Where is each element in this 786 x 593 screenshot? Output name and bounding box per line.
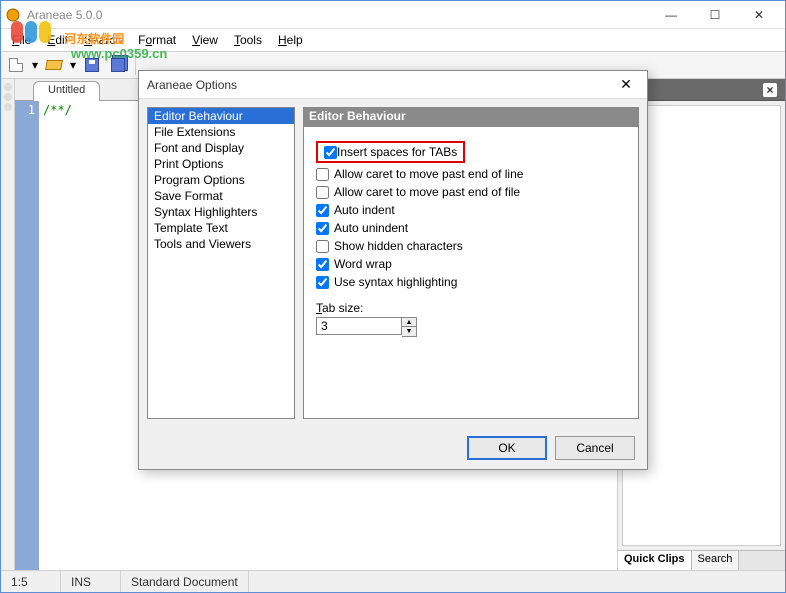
category-file-extensions[interactable]: File Extensions (148, 124, 294, 140)
category-template-text[interactable]: Template Text (148, 220, 294, 236)
folder-icon (45, 60, 63, 70)
dialog-body: Editor Behaviour File Extensions Font an… (139, 99, 647, 427)
category-editor-behaviour[interactable]: Editor Behaviour (148, 108, 294, 124)
maximize-button[interactable]: ☐ (693, 2, 737, 28)
toolbar-separator (135, 55, 136, 75)
options-dialog: Araneae Options ✕ Editor Behaviour File … (138, 70, 648, 470)
menu-view[interactable]: View (185, 31, 225, 49)
menu-bar: File Edit Search Format View Tools Help (1, 29, 785, 51)
file-icon (9, 58, 23, 72)
spin-down-button[interactable]: ▼ (402, 327, 416, 336)
menu-tools[interactable]: Tools (227, 31, 269, 49)
label-caret-eol: Allow caret to move past end of line (334, 167, 523, 181)
open-file-button[interactable] (43, 54, 65, 76)
category-save-format[interactable]: Save Format (148, 188, 294, 204)
minimize-button[interactable]: — (649, 2, 693, 28)
menu-file[interactable]: File (5, 31, 38, 49)
category-font-display[interactable]: Font and Display (148, 140, 294, 156)
checkbox-auto-indent[interactable] (316, 204, 329, 217)
highlighted-option: Insert spaces for TABs (316, 141, 465, 163)
save-all-button[interactable] (107, 54, 129, 76)
label-caret-eof: Allow caret to move past end of file (334, 185, 520, 199)
tab-size-label: Tab size: (316, 301, 626, 315)
label-syntax-highlighting: Use syntax highlighting (334, 275, 457, 289)
app-icon (5, 7, 21, 23)
save-button[interactable] (81, 54, 103, 76)
menu-search[interactable]: Search (77, 31, 129, 49)
label-insert-spaces: Insert spaces for TABs (337, 145, 457, 159)
menu-format[interactable]: Format (131, 31, 183, 49)
dialog-right-pane: Editor Behaviour Insert spaces for TABs … (303, 107, 639, 419)
category-program-options[interactable]: Program Options (148, 172, 294, 188)
label-word-wrap: Word wrap (334, 257, 392, 271)
label-auto-indent: Auto indent (334, 203, 395, 217)
cancel-button[interactable]: Cancel (555, 436, 635, 460)
window-title: Araneae 5.0.0 (27, 8, 649, 22)
spin-up-button[interactable]: ▲ (402, 318, 416, 327)
close-button[interactable]: ✕ (737, 2, 781, 28)
category-syntax-highlighters[interactable]: Syntax Highlighters (148, 204, 294, 220)
category-list[interactable]: Editor Behaviour File Extensions Font an… (147, 107, 295, 419)
panel-close-button[interactable]: × (763, 83, 777, 97)
left-gutter (1, 79, 15, 570)
tab-search[interactable]: Search (692, 551, 740, 570)
checkbox-word-wrap[interactable] (316, 258, 329, 271)
label-show-hidden: Show hidden characters (334, 239, 463, 253)
file-tab-untitled[interactable]: Untitled (33, 81, 100, 101)
status-bar: 1:5 INS Standard Document (1, 570, 785, 592)
dialog-title: Araneae Options (147, 78, 613, 92)
save-all-icon (111, 58, 125, 72)
new-file-button[interactable] (5, 54, 27, 76)
title-bar: Araneae 5.0.0 — ☐ ✕ (1, 1, 785, 29)
status-position: 1:5 (1, 571, 61, 592)
dialog-footer: OK Cancel (139, 427, 647, 469)
status-doc-type: Standard Document (121, 571, 249, 592)
checkbox-insert-spaces[interactable] (324, 146, 337, 159)
menu-help[interactable]: Help (271, 31, 310, 49)
checkbox-caret-eof[interactable] (316, 186, 329, 199)
checkbox-caret-eol[interactable] (316, 168, 329, 181)
label-auto-unindent: Auto unindent (334, 221, 408, 235)
tab-quick-clips[interactable]: Quick Clips (618, 551, 692, 570)
ok-button[interactable]: OK (467, 436, 547, 460)
checkbox-auto-unindent[interactable] (316, 222, 329, 235)
category-tools-viewers[interactable]: Tools and Viewers (148, 236, 294, 252)
new-file-dropdown[interactable]: ▾ (31, 58, 39, 72)
tab-size-input[interactable] (316, 317, 402, 335)
save-icon (85, 58, 99, 72)
status-insert-mode: INS (61, 571, 121, 592)
panel-heading: Editor Behaviour (303, 107, 639, 127)
right-panel-tabs: Quick Clips Search (618, 550, 785, 570)
dialog-title-bar: Araneae Options ✕ (139, 71, 647, 99)
menu-edit[interactable]: Edit (40, 31, 75, 49)
dialog-close-button[interactable]: ✕ (613, 72, 639, 98)
options-panel: Insert spaces for TABs Allow caret to mo… (303, 127, 639, 419)
checkbox-show-hidden[interactable] (316, 240, 329, 253)
category-print-options[interactable]: Print Options (148, 156, 294, 172)
open-file-dropdown[interactable]: ▾ (69, 58, 77, 72)
line-number-gutter: 1 (15, 101, 39, 570)
tab-size-spinbox: ▲ ▼ (316, 317, 626, 337)
checkbox-syntax-highlighting[interactable] (316, 276, 329, 289)
